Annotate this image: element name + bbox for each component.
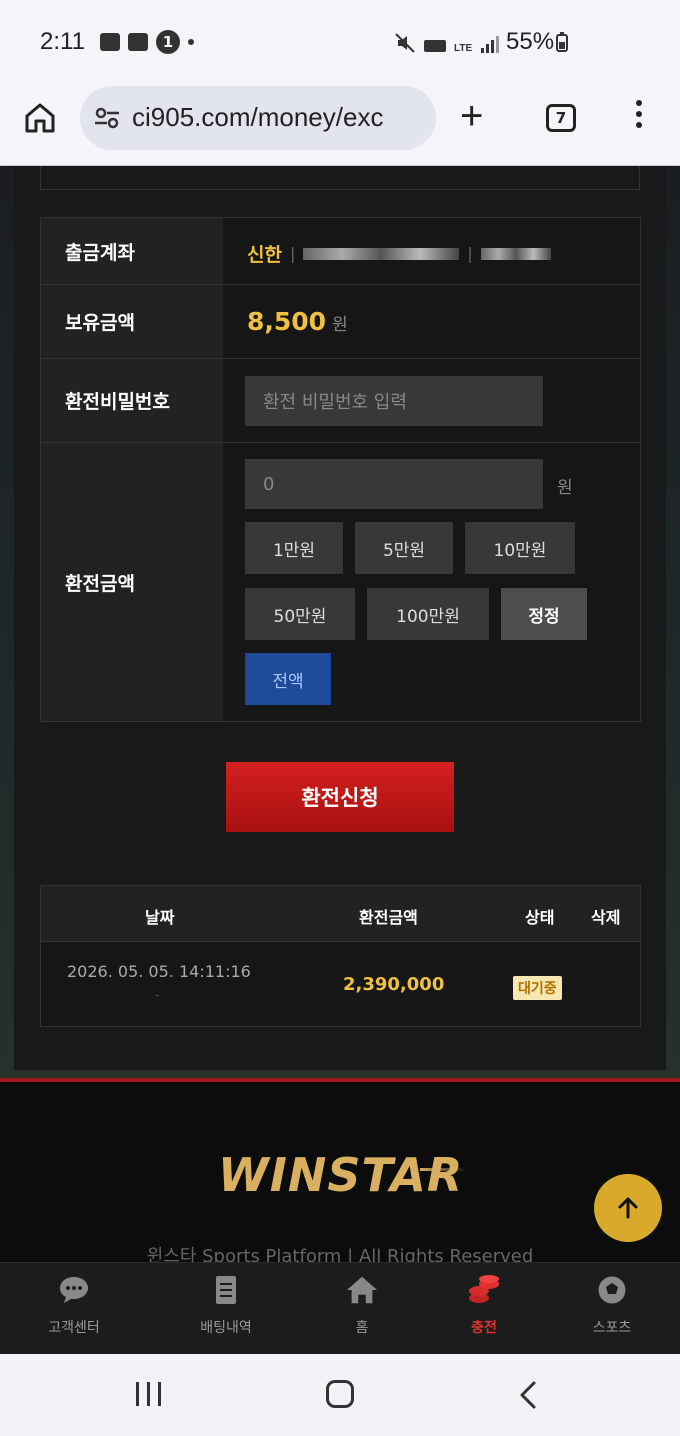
- table-row: 2026. 05. 05. 14:11:16 - 2,390,000 대기중: [41, 942, 640, 1026]
- nav-bet-history[interactable]: 배팅내역: [176, 1273, 276, 1337]
- account-row: 출금계좌 신한 | |: [41, 218, 640, 285]
- bank-name: 신한: [247, 244, 282, 266]
- nav-sports[interactable]: 스포츠: [562, 1273, 662, 1337]
- masked-account-holder: [480, 247, 551, 260]
- winstar-logo: WINSTAR: [218, 1148, 464, 1202]
- android-navigation-bar: [0, 1354, 680, 1436]
- receipt-icon: [216, 1276, 236, 1304]
- exchange-amount-input[interactable]: 0: [245, 459, 543, 509]
- more-menu-icon[interactable]: [634, 100, 644, 136]
- row-amount: 2,390,000: [343, 974, 445, 995]
- signal-icons: LTE: [394, 32, 500, 54]
- browser-toolbar: ci905.com/money/exc + 7: [0, 84, 680, 166]
- battery-percent: 55%: [506, 28, 569, 56]
- nav-deposit[interactable]: 충전: [434, 1273, 534, 1337]
- site-settings-icon[interactable]: [94, 106, 120, 130]
- masked-account-number: [303, 247, 460, 260]
- notification-count-badge: 1: [156, 30, 180, 54]
- exchange-password-input[interactable]: 환전 비밀번호 입력: [245, 376, 543, 426]
- back-icon[interactable]: [518, 1380, 538, 1410]
- balance-label: 보유금액: [41, 285, 223, 358]
- more-notifications-icon: [188, 39, 194, 45]
- arrow-up-icon: [618, 1197, 638, 1219]
- coins-icon: [469, 1275, 499, 1303]
- message-icon: [128, 33, 148, 51]
- url-text: ci905.com/money/exc: [132, 102, 384, 132]
- row-date: 2026. 05. 05. 14:11:16: [67, 962, 251, 981]
- tab-switcher-button[interactable]: 7: [546, 104, 576, 132]
- network-type: LTE: [454, 43, 473, 54]
- address-bar[interactable]: ci905.com/money/exc: [80, 86, 436, 150]
- password-label: 환전비밀번호: [41, 359, 223, 442]
- quick-amount-500k-button[interactable]: 50만원: [245, 588, 355, 640]
- balance-amount: 8,500: [247, 307, 327, 336]
- account-label: 출금계좌: [41, 218, 223, 284]
- amount-label: 환전금액: [41, 443, 223, 721]
- home-icon: [346, 1276, 378, 1304]
- password-row: 환전비밀번호 환전 비밀번호 입력: [41, 359, 640, 443]
- vowifi-icon: [424, 40, 446, 52]
- balance-unit: 원: [332, 315, 348, 335]
- withdraw-form: 출금계좌 신한 | | 보유금액 8,500 원 환전비밀번호 환전 비밀번호 입…: [40, 217, 641, 722]
- previous-section-box: [40, 166, 640, 190]
- nav-customer-center[interactable]: 고객센터: [24, 1273, 124, 1337]
- amount-row: 환전금액 0 원 1만원 5만원 10만원 50만원 100만원 정정 전액: [41, 443, 640, 721]
- status-badge: 대기중: [513, 976, 562, 1000]
- scroll-to-top-button[interactable]: [594, 1174, 662, 1242]
- exchange-apply-button[interactable]: 환전신청: [226, 762, 454, 832]
- bottom-navigation: 고객센터 배팅내역 홈 충전 스포츠: [0, 1262, 680, 1354]
- quick-amount-1m-button[interactable]: 100만원: [367, 588, 489, 640]
- column-amount: 환전금액: [359, 908, 418, 927]
- chat-icon: [60, 1277, 88, 1303]
- new-tab-button[interactable]: +: [460, 96, 483, 136]
- footer: WINSTAR 윈스타 Sports Platform | All Rights…: [0, 1082, 680, 1267]
- all-amount-button[interactable]: 전액: [245, 653, 331, 705]
- cell-signal-icon: [481, 36, 500, 53]
- home-icon[interactable]: [22, 100, 58, 136]
- gallery-icon: [100, 33, 120, 51]
- status-time: 2:11: [40, 28, 85, 55]
- quick-amount-100k-button[interactable]: 10만원: [465, 522, 575, 574]
- logo-swoosh: [420, 1168, 466, 1171]
- history-header: 날짜 환전금액 상태 삭제: [41, 886, 640, 942]
- row-sub: -: [155, 988, 160, 1002]
- quick-amount-50k-button[interactable]: 5만원: [355, 522, 453, 574]
- column-date: 날짜: [145, 908, 175, 927]
- reset-amount-button[interactable]: 정정: [501, 588, 587, 640]
- balance-row: 보유금액 8,500 원: [41, 285, 640, 359]
- nav-home[interactable]: 홈: [312, 1273, 412, 1337]
- amount-unit: 원: [557, 478, 573, 498]
- column-status: 상태: [525, 908, 555, 927]
- android-home-button[interactable]: [326, 1380, 354, 1408]
- recent-apps-button[interactable]: [136, 1382, 161, 1406]
- mute-icon: [395, 33, 415, 53]
- battery-icon: [556, 32, 569, 52]
- status-bar: 2:11 1 LTE 55%: [0, 0, 680, 84]
- notification-icons: 1: [100, 30, 194, 54]
- quick-amount-10k-button[interactable]: 1만원: [245, 522, 343, 574]
- exchange-history-table: 날짜 환전금액 상태 삭제 2026. 05. 05. 14:11:16 - 2…: [40, 885, 641, 1027]
- column-delete: 삭제: [591, 908, 621, 927]
- soccer-ball-icon: [597, 1275, 627, 1305]
